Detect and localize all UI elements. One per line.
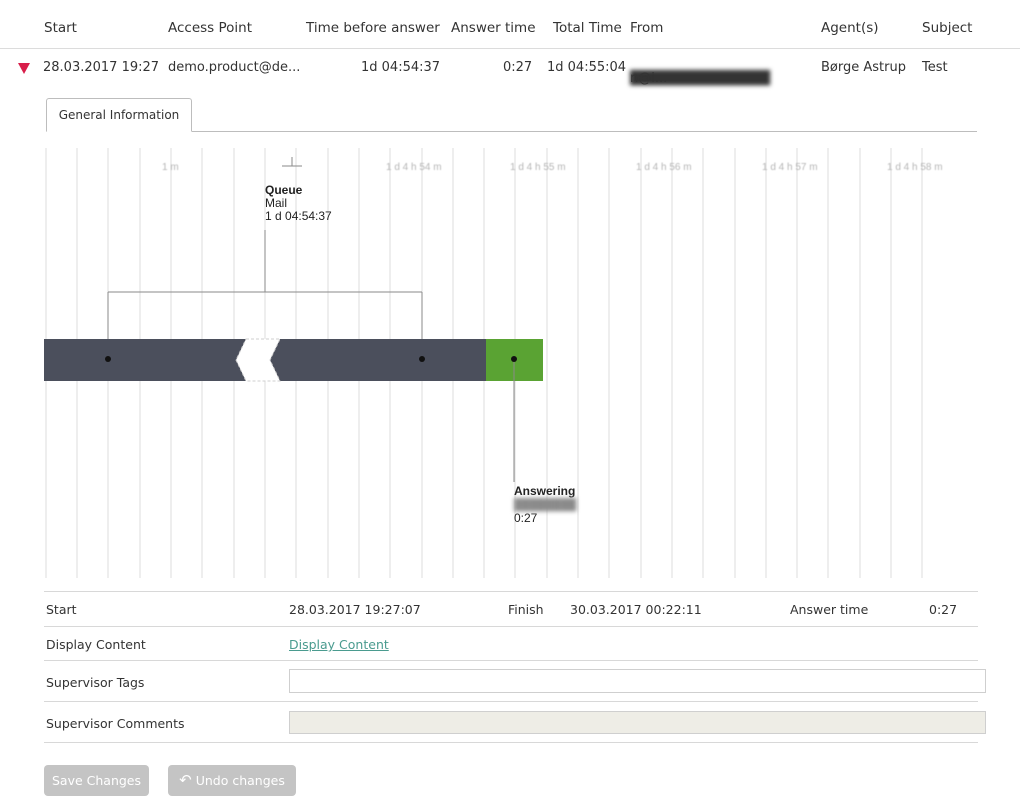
row-agent: Børge Astrup [821, 60, 906, 75]
queue-duration: 1 d 04:54:37 [265, 209, 332, 223]
axis-tick: 1 d 4 h 55 m [510, 162, 566, 173]
display-content-label: Display Content [46, 637, 146, 652]
queue-title: Queue [265, 183, 303, 197]
display-content-link[interactable]: Display Content [289, 637, 389, 652]
timeline-chart: 1 m 1 d 4 h 54 m 1 d 4 h 55 m 1 d 4 h 56… [44, 148, 978, 578]
queue-start-dot [105, 356, 111, 362]
answering-dot [511, 356, 517, 362]
supervisor-comments-field[interactable] [289, 711, 986, 734]
queue-label: Queue Mail 1 d 04:54:37 [265, 184, 332, 223]
start-label: Start [46, 602, 77, 617]
col-start[interactable]: Start [44, 20, 77, 36]
details-row-content: Display Content Display Content [44, 626, 978, 661]
answering-title: Answering [514, 484, 576, 498]
supervisor-tags-label: Supervisor Tags [46, 675, 145, 690]
col-from[interactable]: From [630, 20, 663, 36]
answer-time-value: 0:27 [929, 602, 958, 617]
undo-changes-button[interactable]: ↶ Undo changes [168, 765, 296, 796]
supervisor-tags-input[interactable] [289, 669, 986, 693]
col-total-time[interactable]: Total Time [553, 20, 622, 36]
table-header: Start Access Point Time before answer An… [0, 0, 1020, 49]
answering-duration: 0:27 [514, 511, 538, 525]
supervisor-comments-label: Supervisor Comments [46, 716, 185, 731]
undo-icon: ↶ [179, 771, 192, 789]
col-answer-time[interactable]: Answer time [451, 20, 536, 36]
start-value: 28.03.2017 19:27:07 [289, 602, 421, 617]
col-time-before-answer[interactable]: Time before answer [306, 20, 440, 36]
finish-value: 30.03.2017 00:22:11 [570, 602, 702, 617]
axis-tick: 1 d 4 h 57 m [762, 162, 818, 173]
answer-time-label: Answer time [790, 602, 869, 617]
row-from-suffix: n@i... [630, 71, 668, 86]
save-changes-button[interactable]: Save Changes [44, 765, 149, 796]
col-access-point[interactable]: Access Point [168, 20, 252, 36]
queue-end-dot [419, 356, 425, 362]
col-subject[interactable]: Subject [922, 20, 972, 36]
row-access-point: demo.product@de... [168, 60, 301, 75]
answering-label: Answering ████████ 0:27 [514, 485, 576, 525]
timeline-svg [44, 148, 923, 578]
collapse-triangle-icon[interactable] [18, 63, 30, 74]
row-time-before-answer: 1d 04:54:37 [361, 60, 441, 75]
finish-label: Finish [508, 602, 544, 617]
row-subject: Test [922, 60, 948, 75]
undo-changes-label: Undo changes [195, 773, 285, 788]
queue-type: Mail [265, 196, 288, 210]
axis-tick: 1 d 4 h 54 m [386, 162, 442, 173]
row-total-time: 1d 04:55:04 [547, 60, 627, 75]
row-answer-time: 0:27 [503, 60, 533, 75]
table-row[interactable]: 28.03.2017 19:27 demo.product@de... 1d 0… [0, 49, 1020, 89]
row-start: 28.03.2017 19:27 [43, 60, 160, 75]
axis-tick: 1 d 4 h 56 m [636, 162, 692, 173]
axis-tick: 1 d 4 h 58 m [887, 162, 943, 173]
axis-tick: 1 m [162, 162, 179, 173]
col-agents[interactable]: Agent(s) [821, 20, 879, 36]
tab-general-information[interactable]: General Information [46, 98, 192, 132]
details-row-times: Start 28.03.2017 19:27:07 Finish 30.03.2… [44, 591, 978, 626]
redacted-agent: ████████ [514, 499, 577, 511]
tab-bar: General Information [46, 98, 977, 132]
